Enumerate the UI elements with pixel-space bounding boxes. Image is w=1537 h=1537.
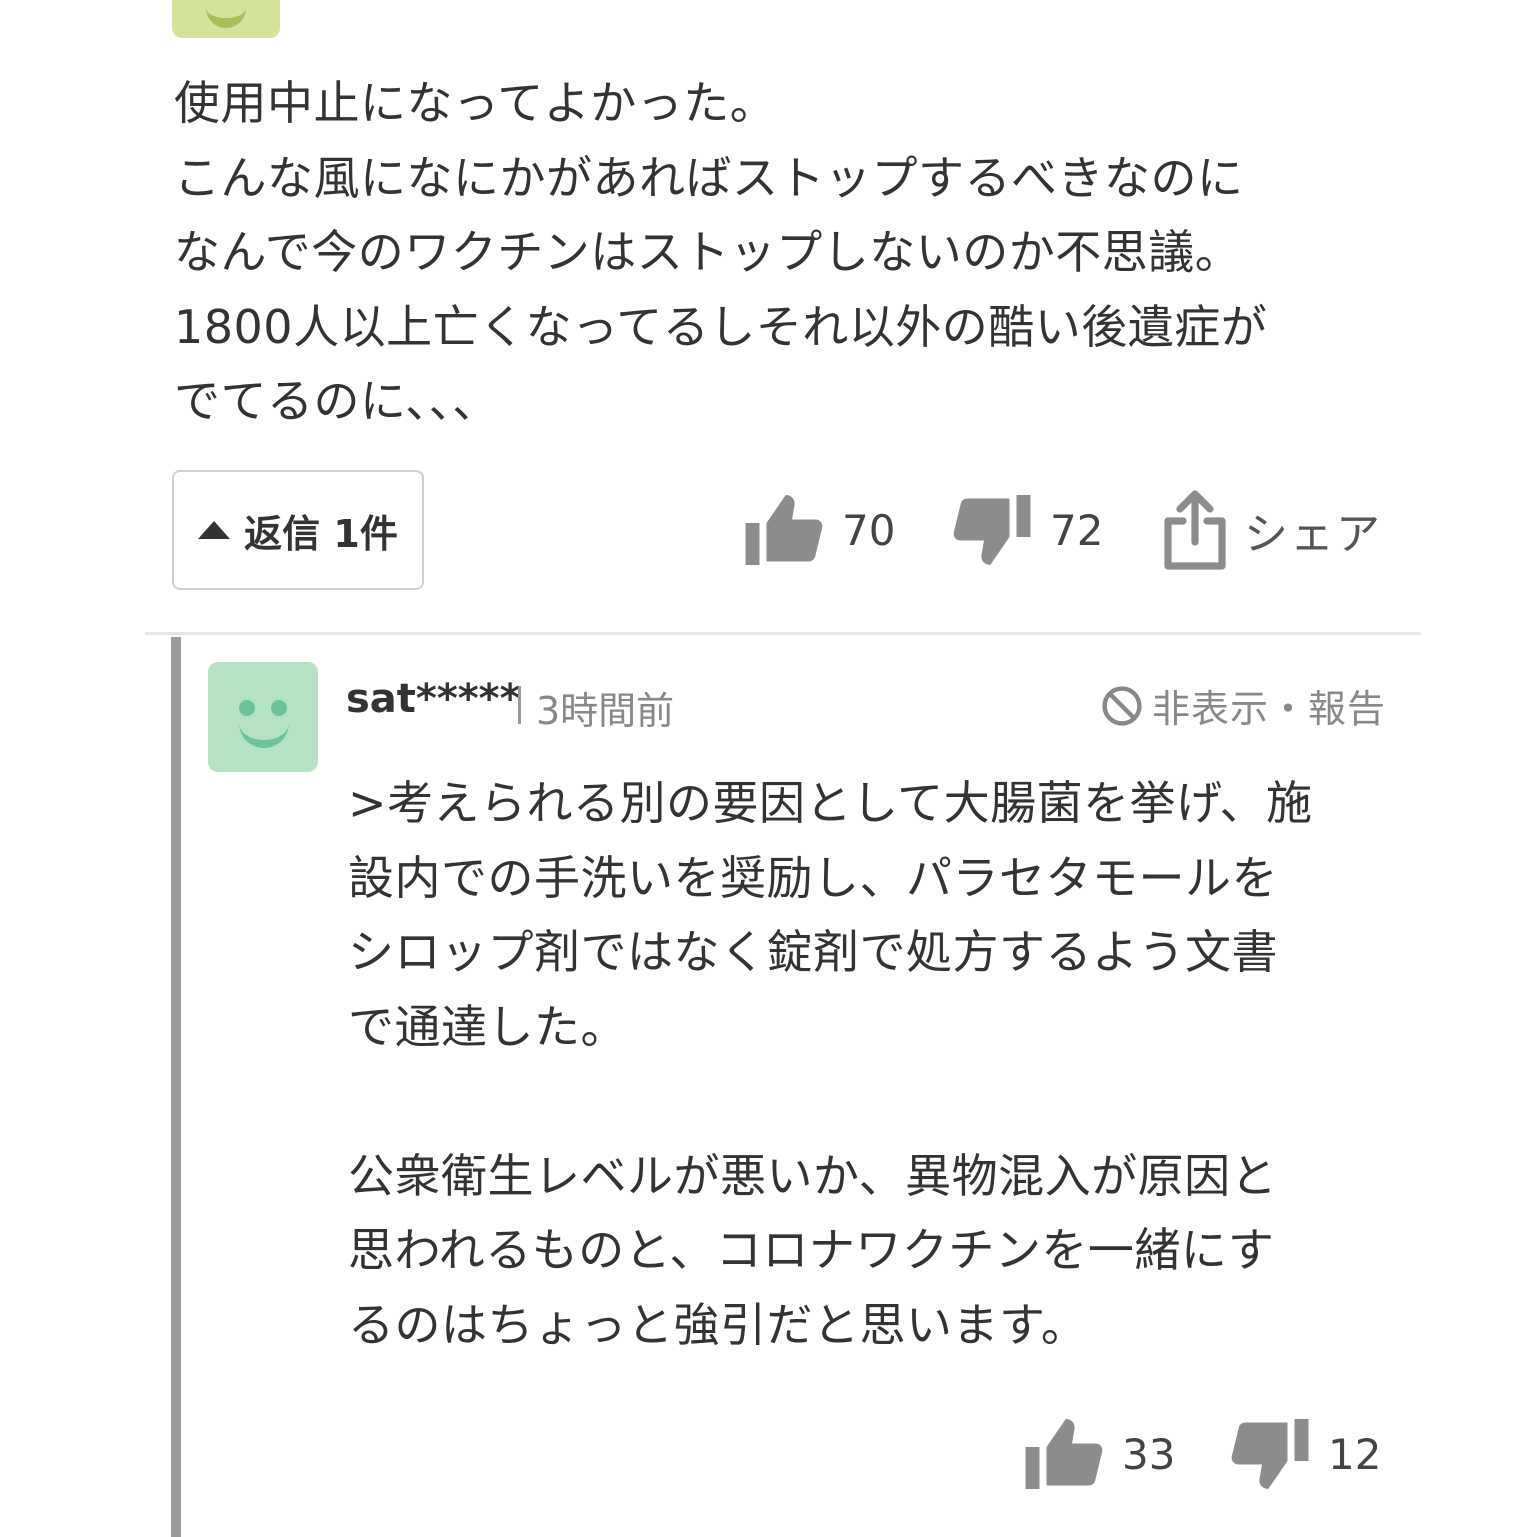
- hide-report-button[interactable]: 非表示・報告: [1100, 678, 1386, 733]
- caret-up-icon: [198, 521, 231, 539]
- thumbs-up-icon: [745, 495, 823, 565]
- like-count: 70: [842, 505, 896, 555]
- avatar-eye-left: [239, 700, 255, 716]
- reply-comment-body: >考えられる別の要因として大腸菌を挙げ、施 設内での手洗いを奨励し、パラセタモー…: [348, 776, 1313, 1352]
- dislike-button[interactable]: 72: [950, 488, 1103, 572]
- smiley-avatar-icon: [206, 0, 246, 28]
- reply-timestamp: 3時間前: [536, 689, 675, 733]
- prohibited-icon: [1102, 685, 1142, 726]
- reply-avatar[interactable]: [208, 662, 318, 772]
- reply-dislike-count: 12: [1328, 1429, 1382, 1479]
- reply-thread-bar: [171, 637, 181, 1537]
- reply-like-button[interactable]: 33: [1022, 1412, 1175, 1496]
- replies-toggle-label: 返信 1件: [244, 511, 398, 556]
- reply-like-count: 33: [1122, 1429, 1176, 1479]
- meta-separator: [518, 686, 521, 724]
- share-button[interactable]: シェア: [1162, 488, 1382, 572]
- hide-report-label: 非表示・報告: [1152, 687, 1387, 731]
- comment-divider: [145, 632, 1421, 635]
- dislike-count: 72: [1050, 505, 1104, 555]
- parent-comment-body: 使用中止になってよかった。 こんな風になにかがあればストップするべきなのに なん…: [174, 76, 1268, 428]
- reply-username[interactable]: sat*****: [346, 676, 521, 722]
- share-icon: [1164, 490, 1226, 570]
- parent-avatar[interactable]: [172, 0, 280, 38]
- avatar-eye-right: [271, 700, 287, 716]
- thumbs-down-icon: [1231, 1419, 1309, 1489]
- thumbs-up-icon: [1025, 1419, 1103, 1489]
- replies-toggle-button[interactable]: 返信 1件: [172, 470, 424, 590]
- like-button[interactable]: 70: [742, 488, 895, 572]
- reply-dislike-button[interactable]: 12: [1228, 1412, 1381, 1496]
- thumbs-down-icon: [953, 495, 1031, 565]
- smiley-avatar-icon: [239, 720, 289, 748]
- share-label: シェア: [1244, 509, 1382, 560]
